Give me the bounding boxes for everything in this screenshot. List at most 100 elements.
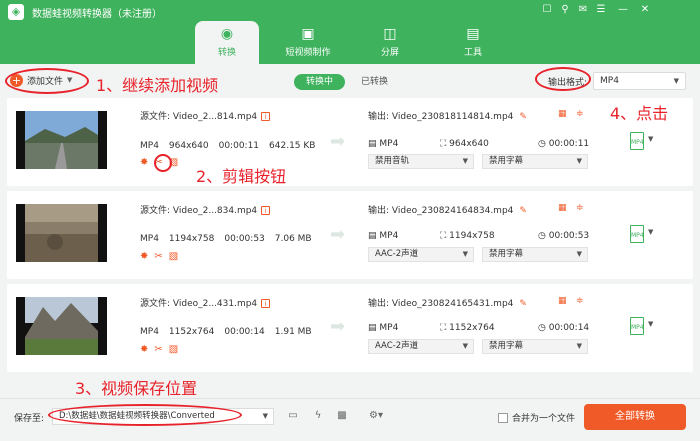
output-format-value: MP4 xyxy=(600,76,619,86)
effect-icon[interactable]: ✸ xyxy=(140,157,148,168)
source-size: 7.06 MB xyxy=(274,234,312,244)
feedback-icon[interactable]: ☐ xyxy=(540,3,554,17)
merge-option[interactable]: 合并为一个文件 xyxy=(498,411,575,424)
output-settings-icon[interactable]: ▦ xyxy=(558,296,567,306)
output-resolution: ⛶ 964x640 xyxy=(440,139,489,149)
info-icon[interactable]: i xyxy=(261,206,271,215)
pencil-icon[interactable]: ✎ xyxy=(519,206,527,216)
arrow-right-icon: ➡ xyxy=(330,224,346,245)
info-icon[interactable]: i xyxy=(261,112,271,121)
video-thumbnail[interactable] xyxy=(16,297,107,355)
tab-converting[interactable]: 转换中 xyxy=(294,74,346,90)
toolbox-icon: ▤ xyxy=(466,26,480,42)
output-file-name: 输出: Video_230824164834.mp4 ✎ xyxy=(368,206,527,216)
arrow-right-icon: ➡ xyxy=(330,131,346,152)
gpu-icon[interactable]: ▩ xyxy=(334,408,350,424)
edit-icon[interactable]: ▧ xyxy=(169,251,178,262)
effect-icon[interactable]: ✸ xyxy=(140,251,148,262)
annotation-text: 2、剪辑按钮 xyxy=(196,167,287,186)
settings-icon[interactable]: ⚙▾ xyxy=(362,408,390,424)
scissors-icon[interactable]: ✂ xyxy=(154,251,162,262)
arrow-right-icon: ➡ xyxy=(330,316,346,337)
tab-short-video-label: 短视频制作 xyxy=(285,48,331,58)
convert-all-button[interactable]: 全部转换 xyxy=(584,404,686,430)
output-format-info: ▤ MP4 xyxy=(368,323,399,333)
folder-icon[interactable]: ▭ xyxy=(285,408,301,424)
scissors-icon[interactable]: ✂ xyxy=(154,344,162,355)
pencil-icon[interactable]: ✎ xyxy=(519,112,527,122)
subtitle-select[interactable]: 禁用字幕 ▼ xyxy=(482,247,588,262)
pencil-icon[interactable]: ✎ xyxy=(519,299,527,309)
close-button[interactable]: ✕ xyxy=(638,3,652,17)
source-info: MP4 1194x758 00:00:53 7.06 MB xyxy=(140,234,312,244)
adjust-icon[interactable]: ≑ xyxy=(576,203,584,213)
mp4-format-icon[interactable]: MP4 xyxy=(630,317,644,335)
annotation-text: 4、点击 xyxy=(610,104,669,123)
chevron-down-icon[interactable]: ▼ xyxy=(648,135,653,143)
output-file-name: 输出: Video_230824165431.mp4 ✎ xyxy=(368,299,527,309)
output-resolution: ⛶ 1152x764 xyxy=(440,323,495,333)
merge-checkbox[interactable] xyxy=(498,412,508,423)
subtitle-select[interactable]: 禁用字幕 ▼ xyxy=(482,339,588,354)
output-format-select[interactable]: MP4 ▼ xyxy=(593,72,686,90)
annotation-circle xyxy=(5,68,89,94)
edit-icon[interactable]: ▧ xyxy=(169,344,178,355)
output-duration: ◷ 00:00:11 xyxy=(538,139,590,149)
app-title: 数据蛙视频转换器（未注册） xyxy=(32,9,162,20)
mp4-format-icon[interactable]: MP4 xyxy=(630,225,644,243)
tab-convert[interactable]: ◉ 转换 xyxy=(195,21,259,64)
thumbnail-image xyxy=(25,204,98,262)
chevron-down-icon: ▼ xyxy=(673,77,679,85)
audio-track-select[interactable]: 禁用音轨 ▼ xyxy=(368,154,474,169)
tab-tools[interactable]: ▤ 工具 xyxy=(441,21,505,64)
adjust-icon[interactable]: ≑ xyxy=(576,109,584,119)
annotation-circle xyxy=(154,154,172,172)
info-icon[interactable]: i xyxy=(261,299,271,308)
output-resolution: ⛶ 1194x758 xyxy=(440,231,495,241)
tab-split-screen-label: 分屏 xyxy=(380,48,399,58)
source-size: 642.15 KB xyxy=(269,141,316,151)
audio-track-select[interactable]: AAC-2声道 ▼ xyxy=(368,247,474,262)
hardware-acceleration-icon[interactable]: ϟ xyxy=(310,408,326,424)
merge-label: 合并为一个文件 xyxy=(512,414,576,424)
output-format-info: ▤ MP4 xyxy=(368,139,399,149)
video-thumbnail[interactable] xyxy=(16,111,107,169)
edit-tools: ✸ ✂ ▧ xyxy=(140,344,178,355)
tab-convert-label: 转换 xyxy=(217,48,236,58)
annotation-circle xyxy=(535,67,591,91)
app-logo-icon: ◈ xyxy=(8,4,24,20)
save-to-label: 保存至: xyxy=(14,414,45,424)
menu-icon[interactable]: ☰ xyxy=(594,3,608,17)
tab-converted[interactable]: 已转换 xyxy=(345,74,404,90)
output-format-info: ▤ MP4 xyxy=(368,231,399,241)
chevron-down-icon[interactable]: ▼ xyxy=(648,228,653,236)
thumbnail-image xyxy=(25,297,98,355)
effect-icon[interactable]: ✸ xyxy=(140,344,148,355)
output-settings-icon[interactable]: ▦ xyxy=(558,109,567,119)
message-icon[interactable]: ✉ xyxy=(576,3,590,17)
annotation-text: 1、继续添加视频 xyxy=(96,76,219,95)
chevron-down-icon[interactable]: ▼ xyxy=(648,320,653,328)
source-resolution: 964x640 xyxy=(168,141,209,151)
source-info: MP4 964x640 00:00:11 642.15 KB xyxy=(140,141,315,151)
source-file-name: 源文件: Video_2...834.mp4 i xyxy=(140,203,271,216)
source-format: MP4 xyxy=(140,234,159,244)
split-screen-icon: ◫ xyxy=(383,26,397,42)
output-settings-icon[interactable]: ▦ xyxy=(558,203,567,213)
edit-tools: ✸ ✂ ▧ xyxy=(140,251,178,262)
adjust-icon[interactable]: ≑ xyxy=(576,296,584,306)
source-file-name: 源文件: Video_2...431.mp4 i xyxy=(140,296,271,309)
mp4-format-icon[interactable]: MP4 xyxy=(630,132,644,150)
audio-track-select[interactable]: AAC-2声道 ▼ xyxy=(368,339,474,354)
source-resolution: 1194x758 xyxy=(168,234,215,244)
source-duration: 00:00:11 xyxy=(218,141,260,151)
tab-split-screen[interactable]: ◫ 分屏 xyxy=(358,21,422,64)
key-icon[interactable]: ⚲ xyxy=(558,3,572,17)
minimize-button[interactable]: — xyxy=(616,3,630,17)
convert-icon: ◉ xyxy=(220,26,234,42)
video-thumbnail[interactable] xyxy=(16,204,107,262)
tab-short-video[interactable]: ▣ 短视频制作 xyxy=(276,21,340,64)
tv-icon: ▣ xyxy=(301,26,315,42)
source-format: MP4 xyxy=(140,327,159,337)
subtitle-select[interactable]: 禁用字幕 ▼ xyxy=(482,154,588,169)
